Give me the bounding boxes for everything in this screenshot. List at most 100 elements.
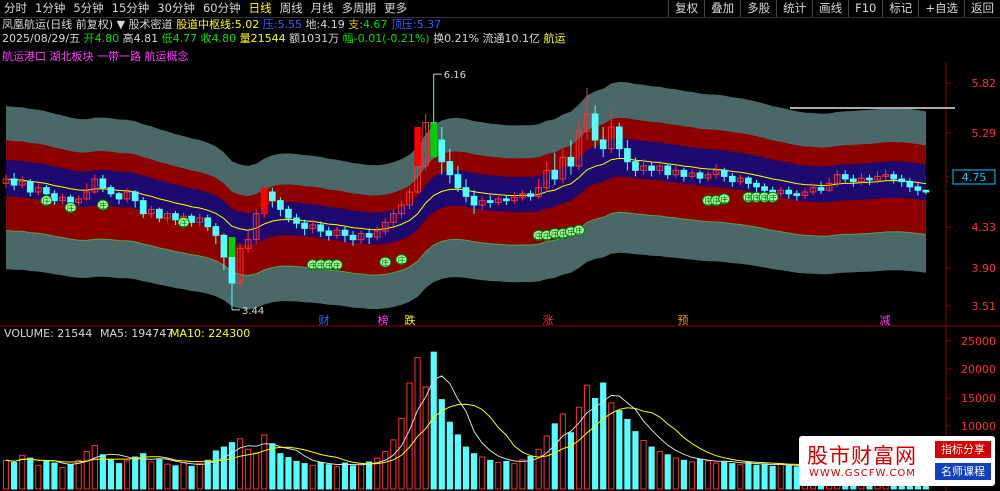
volume-bar [761, 463, 768, 490]
candle-body [43, 187, 50, 195]
signal-bar [414, 127, 421, 166]
volume-bar [648, 446, 655, 490]
price-axis-label: 4.33 [972, 221, 997, 234]
volume-bar [713, 462, 720, 490]
candle-body [890, 174, 898, 180]
volume-bar [27, 457, 34, 490]
volume-bar [253, 452, 260, 490]
volume-bar [107, 458, 115, 490]
volume-bar [680, 459, 687, 490]
volume-bar [285, 457, 292, 490]
volume-bar [99, 454, 106, 490]
candle-body [293, 217, 300, 224]
candle-body [131, 191, 139, 202]
candle-body [850, 178, 857, 183]
volume-bar [519, 459, 526, 490]
volume-axis-label: 15000 [961, 392, 996, 405]
event-marker: 减 [880, 314, 891, 327]
candle-body [906, 181, 914, 188]
volume-bar [261, 434, 268, 490]
volume-bar [745, 462, 752, 490]
volume-bar [11, 462, 18, 490]
watermark-tag-course: 名师课程 [935, 463, 991, 480]
volume-bar [422, 386, 429, 490]
volume-bar [172, 465, 179, 490]
watermark-tag-share: 指标分享 [935, 441, 991, 458]
candle-body [785, 189, 793, 195]
candle-body [115, 193, 123, 200]
zhuang-badge-text: 庄 [99, 201, 107, 211]
candle-body [188, 215, 195, 223]
volume-bar [470, 453, 478, 490]
volume-bar [358, 463, 365, 490]
volume-bar [67, 464, 74, 490]
zhuang-badge-text: 庄 [67, 203, 75, 213]
volume-bar [769, 465, 776, 490]
volume-bar [567, 432, 574, 490]
volume-bar [575, 406, 583, 490]
candle-body [26, 181, 34, 193]
signal-bar [261, 187, 268, 214]
volume-bar [75, 459, 82, 490]
volume-bar [462, 446, 470, 490]
candle-body [99, 178, 107, 189]
volume-bar [487, 459, 494, 490]
volume-axis-label: 10000 [961, 420, 996, 433]
volume-bar [156, 459, 163, 490]
candle-body [817, 187, 825, 191]
price-axis-label: 3.51 [972, 300, 997, 313]
volume-bar [228, 442, 236, 490]
volume-bar [705, 460, 712, 490]
price-axis-label: 5.29 [972, 127, 997, 140]
candle-body [317, 224, 325, 232]
candle-body [567, 156, 575, 167]
volume-bar [325, 464, 332, 490]
volume-bar [664, 454, 671, 490]
candle-body [156, 208, 163, 219]
price-volume-chart[interactable]: 6.163.44庄庄 庄庄庄庄庄庄庄庄庄庄庄庄庄庄庄庄庄庄庄庄庄财榜跌涨预减5.8… [0, 0, 1000, 491]
volume-bar [115, 463, 123, 490]
zhuang-badge-text: 庄 [769, 193, 777, 203]
candle-body [591, 113, 599, 141]
volume-bar [123, 460, 131, 490]
volume-bar [204, 459, 211, 490]
volume-bar [406, 382, 413, 490]
volume-bar [777, 463, 784, 490]
watermark-url: WWW.GSCFW.COM [809, 468, 916, 479]
volume-bar [236, 438, 244, 490]
candle-body [454, 174, 462, 189]
candle-body [761, 186, 768, 191]
volume-bar [656, 450, 663, 490]
volume-bar [608, 402, 615, 490]
current-price-label: 4.75 [962, 171, 987, 184]
candle-body [632, 161, 639, 171]
volume-axis-label: 25000 [961, 335, 996, 348]
candle-body [728, 175, 736, 183]
candle-body [615, 126, 623, 150]
candle-body [10, 178, 18, 186]
volume-bar [2, 459, 10, 490]
volume-bar [688, 461, 696, 490]
watermark-title: 股市财富网 [807, 444, 917, 468]
volume-bar [269, 443, 276, 490]
candle-body [914, 186, 922, 191]
candle-body [624, 148, 631, 163]
candle-body [841, 174, 849, 180]
event-marker: 涨 [543, 314, 554, 327]
zhuang-badge-text: 庄 [333, 260, 341, 270]
candle-body [365, 233, 373, 238]
candle-body [503, 198, 510, 202]
candle-body [212, 226, 220, 236]
volume-bar [83, 450, 90, 490]
volume-bar [277, 453, 284, 490]
volume-bar [737, 464, 744, 490]
volume-bar [592, 397, 599, 490]
zhuang-badge-text: 庄 [575, 226, 583, 236]
volume-bar [551, 423, 558, 490]
volume-bar [640, 439, 647, 490]
candle-body [172, 213, 179, 221]
candle-body [139, 200, 147, 215]
candle-body [527, 193, 534, 197]
watermark: 股市财富网 WWW.GSCFW.COM 指标分享 名师课程 [799, 436, 995, 486]
candle-body [696, 172, 704, 179]
